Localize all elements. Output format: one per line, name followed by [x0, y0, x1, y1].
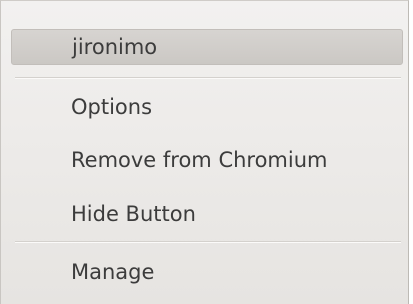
menu-separator [15, 241, 401, 243]
menu-separator [15, 77, 401, 79]
menu-item-extension-name[interactable]: jironimo [11, 29, 403, 65]
menu-item-options[interactable]: Options [11, 89, 403, 125]
menu-item-remove-from-chromium[interactable]: Remove from Chromium [11, 142, 403, 178]
extension-context-menu: jironimo Options Remove from Chromium Hi… [0, 0, 409, 304]
menu-item-hide-button[interactable]: Hide Button [11, 196, 403, 232]
menu-item-manage[interactable]: Manage [11, 254, 403, 290]
